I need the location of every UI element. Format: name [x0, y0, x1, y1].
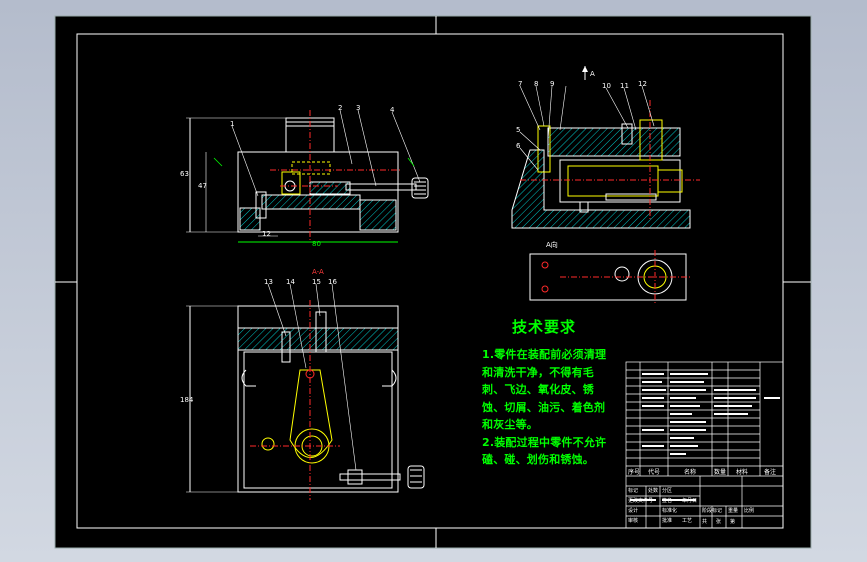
dim-front-height: 63: [180, 170, 189, 178]
part-number-3: 3: [356, 104, 361, 112]
part-number-6: 6: [516, 142, 521, 150]
tb-label-count: 处数: [648, 488, 659, 494]
part-number-4: 4: [390, 106, 395, 114]
section-label: A-A: [312, 268, 324, 276]
part-number-1: 1: [230, 120, 235, 128]
dim-section-height: 184: [180, 396, 194, 404]
tb-label-change-no: 更改文件号: [628, 498, 654, 504]
tb-label-stage: 阶段标记: [702, 508, 723, 514]
arrow-label: A: [590, 70, 595, 78]
tech-requirement-2: 2.装配过程中零件不允许磕、碰、划伤和锈蚀。: [482, 435, 607, 467]
tb-label-weight: 重量: [728, 508, 739, 514]
tb-label-mark: 标记: [628, 488, 639, 494]
drawing-sheet: [54, 15, 812, 549]
bom-header-no: 序号: [628, 469, 641, 476]
tech-requirements-title: 技术要求: [512, 318, 577, 336]
part-number-13: 13: [264, 278, 273, 286]
part-number-10: 10: [602, 82, 611, 90]
part-number-5: 5: [516, 126, 521, 134]
part-number-9: 9: [550, 80, 555, 88]
dim-front-sub: 47: [198, 182, 207, 190]
tech-requirements-list: 1.零件在装配前必须清理和清洗干净，不得有毛刺、飞边、氧化皮、锈蚀、切屑、油污、…: [482, 346, 612, 469]
bom-header-name: 名称: [684, 469, 697, 476]
tb-label-scale: 比例: [744, 508, 755, 514]
dim-front-width: 80: [312, 240, 321, 248]
direction-view-label: A向: [546, 241, 558, 249]
part-number-7: 7: [518, 80, 523, 88]
bom-header-code: 代号: [648, 469, 661, 476]
tb-label-process: 工艺: [682, 518, 693, 524]
tb-label-review: 审核: [628, 518, 639, 524]
part-number-15: 15: [312, 278, 321, 286]
cad-drawing-canvas: [54, 15, 812, 549]
part-number-14: 14: [286, 278, 295, 286]
dim-front-bottom: 12: [262, 230, 271, 238]
tb-label-approve: 批准: [662, 518, 673, 524]
bom-header-qty: 数量: [714, 469, 727, 476]
part-number-2: 2: [338, 104, 343, 112]
tb-label-design: 设计: [628, 508, 639, 514]
tech-requirement-1: 1.零件在装配前必须清理和清洗干净，不得有毛刺、飞边、氧化皮、锈蚀、切屑、油污、…: [482, 348, 607, 431]
tb-label-date: 年月日: [682, 498, 698, 504]
part-number-16: 16: [328, 278, 337, 286]
tb-label-page: 第: [730, 519, 736, 525]
tb-label-zone: 分区: [662, 488, 673, 494]
part-number-11: 11: [620, 82, 629, 90]
bom-header-material: 材料: [736, 469, 749, 476]
tb-label-standard: 标准化: [662, 508, 678, 514]
tb-label-sheet: 张: [716, 519, 722, 525]
part-number-12: 12: [638, 80, 647, 88]
tb-label-total: 共: [702, 519, 708, 525]
tb-label-sign: 签名: [662, 498, 673, 504]
bom-header-remark: 备注: [764, 469, 777, 476]
part-number-8: 8: [534, 80, 539, 88]
